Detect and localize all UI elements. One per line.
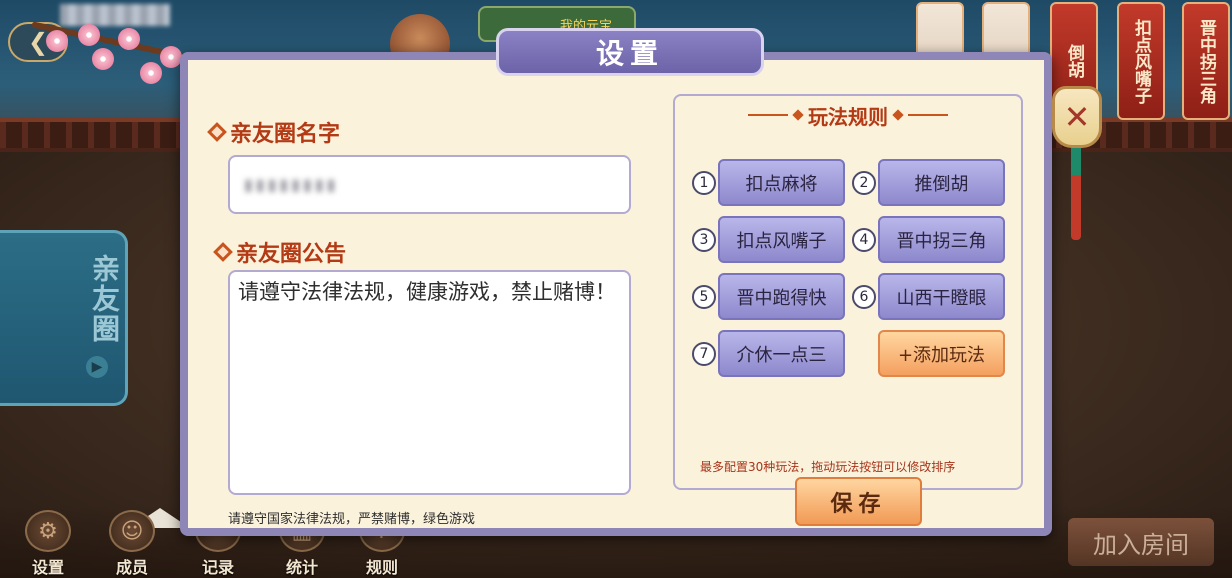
notice-section-title: 亲友圈公告 <box>213 236 346 268</box>
blossom-decoration <box>46 30 68 52</box>
rule-button-3[interactable]: 扣点风嘴子 <box>718 216 845 263</box>
nav-label: 统计 <box>285 558 318 577</box>
tassel-decoration <box>1071 148 1081 240</box>
rules-hint: 最多配置30种玩法，拖动玩法按钮可以修改排序 <box>700 460 956 474</box>
modal-title-bar: 设置 <box>496 28 764 76</box>
rule-number-badge: 3 <box>692 228 716 252</box>
members-icon: ☺ <box>109 510 155 552</box>
diamond-icon <box>213 242 233 262</box>
nav-label: 设置 <box>31 558 64 577</box>
rules-title: 玩法规则 <box>736 103 960 129</box>
blurred-username <box>60 4 170 26</box>
rule-button-7[interactable]: 介休一点三 <box>718 330 845 377</box>
diamond-icon <box>792 109 804 121</box>
rule-button-4[interactable]: 晋中拐三角 <box>878 216 1005 263</box>
banner-5[interactable]: 晋中拐三角 <box>1182 2 1230 120</box>
blossom-decoration <box>140 62 162 84</box>
rule-number-badge: 5 <box>692 285 716 309</box>
side-panel-title: 亲友圈 <box>88 254 121 344</box>
nav-label: 成员 <box>115 558 148 577</box>
rule-number-badge: 6 <box>852 285 876 309</box>
save-button[interactable]: 保存 <box>795 477 922 526</box>
rule-number-badge: 4 <box>852 228 876 252</box>
circle-name-value: ▮▮▮▮▮▮▮▮ <box>244 175 339 194</box>
diamond-icon <box>207 122 227 142</box>
rule-number-badge: 2 <box>852 171 876 195</box>
diamond-icon <box>892 109 904 121</box>
banner-4[interactable]: 扣点风嘴子 <box>1117 2 1165 120</box>
rule-number-badge: 7 <box>692 342 716 366</box>
nav-item-members[interactable]: ☺ 成员 <box>102 510 162 578</box>
blossom-decoration <box>118 28 140 50</box>
close-button[interactable]: ✕ <box>1052 86 1102 148</box>
notice-textarea[interactable]: 请遵守法律法规，健康游戏，禁止赌博！ <box>228 270 631 495</box>
rule-button-6[interactable]: 山西干瞪眼 <box>878 273 1005 320</box>
rule-button-5[interactable]: 晋中跑得快 <box>718 273 845 320</box>
rule-number-badge: 1 <box>692 171 716 195</box>
nav-label: 记录 <box>201 558 234 577</box>
divider <box>748 114 788 116</box>
circle-name-input[interactable]: ▮▮▮▮▮▮▮▮ <box>228 155 631 214</box>
blossom-decoration <box>92 48 114 70</box>
divider <box>908 114 948 116</box>
footer-note: 请遵守国家法律法规，严禁赌博，绿色游戏 <box>228 512 476 527</box>
join-room-button[interactable]: 加入房间 <box>1068 518 1214 566</box>
nav-item-settings[interactable]: ⚙ 设置 <box>18 510 78 578</box>
close-icon: ✕ <box>1063 98 1091 136</box>
rule-button-2[interactable]: 推倒胡 <box>878 159 1005 206</box>
rule-button-1[interactable]: 扣点麻将 <box>718 159 845 206</box>
gear-icon: ⚙ <box>25 510 71 552</box>
expand-arrow-icon[interactable]: ▶ <box>86 356 108 378</box>
name-section-title: 亲友圈名字 <box>207 116 340 148</box>
blossom-decoration <box>160 46 182 68</box>
add-rule-button[interactable]: +添加玩法 <box>878 330 1005 377</box>
nav-label: 规则 <box>365 558 398 577</box>
blossom-decoration <box>78 24 100 46</box>
modal-title: 设置 <box>595 37 664 70</box>
